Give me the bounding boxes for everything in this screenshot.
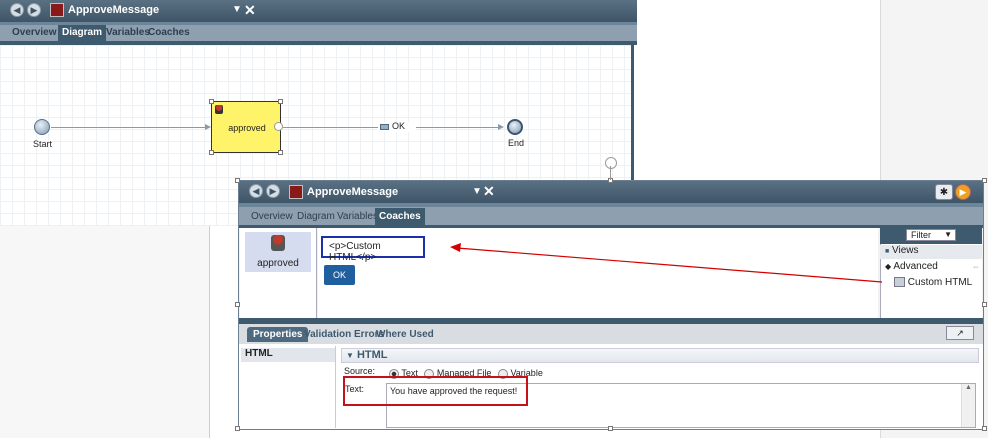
palette-custom-html[interactable]: Custom HTML bbox=[894, 277, 982, 291]
bg-tab-strip: Overview Diagram Variables Coaches bbox=[0, 25, 637, 41]
prop-tab-where-used[interactable]: Where Used bbox=[376, 329, 434, 340]
collapse-icon: ▼ bbox=[346, 351, 354, 360]
run-icon[interactable]: ▶ bbox=[955, 184, 971, 200]
ok-button[interactable]: OK bbox=[324, 265, 355, 285]
palette-views[interactable]: ■ Views bbox=[880, 245, 982, 259]
forward-icon[interactable]: ▶ bbox=[27, 3, 41, 17]
expand-icon: ⇔ bbox=[972, 262, 980, 271]
custom-html-element[interactable]: <p>Custom HTML</p> bbox=[321, 236, 425, 263]
process-icon bbox=[50, 3, 64, 17]
bg-tab-overview[interactable]: Overview bbox=[8, 27, 60, 38]
resize-handle[interactable] bbox=[235, 426, 240, 431]
resize-handle[interactable] bbox=[982, 426, 987, 431]
end-label: End bbox=[508, 138, 525, 148]
anchor-line bbox=[610, 166, 611, 180]
prop-tab-properties[interactable]: Properties bbox=[247, 327, 309, 342]
selection-handle[interactable] bbox=[209, 99, 214, 104]
resize-handle[interactable] bbox=[608, 426, 613, 431]
selection-handle[interactable] bbox=[209, 150, 214, 155]
coach-item-label: approved bbox=[257, 258, 299, 269]
views-label: Views bbox=[892, 245, 919, 256]
start-event-icon[interactable] bbox=[34, 119, 50, 135]
prop-item-html[interactable]: HTML bbox=[241, 348, 335, 362]
fg-tab-coaches[interactable]: Coaches bbox=[375, 208, 425, 225]
bg-editor-title[interactable]: ApproveMessage bbox=[68, 4, 159, 16]
custom-html-palette-label: Custom HTML bbox=[907, 277, 973, 288]
source-label: Source: bbox=[344, 366, 376, 376]
custom-html-icon bbox=[894, 277, 905, 288]
debug-icon[interactable]: ✱ bbox=[935, 184, 953, 200]
bg-tab-diagram[interactable]: Diagram bbox=[58, 25, 107, 41]
resize-handle[interactable] bbox=[235, 178, 240, 183]
left-lower-area bbox=[0, 226, 210, 438]
resize-handle[interactable] bbox=[982, 302, 987, 307]
prop-tab-validation-errors[interactable]: Validation Errors bbox=[304, 329, 384, 340]
process-icon bbox=[289, 185, 303, 199]
end-event-icon[interactable] bbox=[507, 119, 523, 135]
text-highlight-box bbox=[343, 376, 528, 406]
user-coach-icon bbox=[271, 235, 285, 251]
fg-tab-strip: Overview Diagram Variables Coaches bbox=[239, 207, 983, 225]
forward-icon[interactable]: ▶ bbox=[266, 184, 280, 198]
fg-title-bar: ◀ ▶ ApproveMessage ▼ ✕ ✱ ▶ bbox=[239, 181, 983, 203]
selection-handle[interactable] bbox=[278, 150, 283, 155]
flow-label-box[interactable]: OK bbox=[378, 121, 416, 132]
scrollbar[interactable]: ▲ bbox=[961, 384, 975, 427]
flow-label: OK bbox=[392, 121, 406, 131]
flow-icon bbox=[380, 124, 389, 130]
user-task-icon bbox=[215, 105, 223, 114]
arrowhead-icon bbox=[498, 124, 504, 130]
filter-dropdown[interactable]: Filter ▼ bbox=[906, 229, 956, 241]
advanced-bullet-icon: ◆ bbox=[885, 262, 892, 271]
back-icon[interactable]: ◀ bbox=[249, 184, 263, 198]
export-icon[interactable]: ↗ bbox=[946, 326, 974, 340]
advanced-label: Advanced bbox=[893, 261, 938, 272]
chevron-down-icon: ▼ bbox=[944, 230, 952, 239]
filter-label: Filter bbox=[911, 230, 931, 240]
activity-label: approved bbox=[228, 123, 266, 133]
resize-handle[interactable] bbox=[235, 302, 240, 307]
html-section-header[interactable]: ▼ HTML bbox=[341, 348, 979, 363]
activity-approved[interactable]: approved bbox=[211, 101, 283, 153]
properties-tab-strip: Properties Validation Errors Where Used … bbox=[239, 324, 983, 344]
selection-handle[interactable] bbox=[278, 99, 283, 104]
flow-start-to-activity[interactable] bbox=[51, 127, 207, 128]
activity-port bbox=[274, 122, 283, 131]
chevron-down-icon[interactable]: ▼ bbox=[232, 4, 242, 15]
rotate-handle-icon[interactable] bbox=[605, 157, 617, 169]
resize-handle[interactable] bbox=[982, 178, 987, 183]
close-icon[interactable]: ✕ bbox=[483, 183, 495, 200]
fg-editor-title[interactable]: ApproveMessage bbox=[307, 186, 398, 198]
fg-tab-overview[interactable]: Overview bbox=[247, 211, 297, 222]
custom-html-preview: <p>Custom HTML</p> bbox=[329, 241, 381, 263]
back-icon[interactable]: ◀ bbox=[10, 3, 24, 17]
fg-tab-diagram[interactable]: Diagram bbox=[293, 211, 339, 222]
close-icon[interactable]: ✕ bbox=[244, 2, 256, 19]
start-label: Start bbox=[33, 139, 53, 149]
html-section-title: HTML bbox=[356, 349, 388, 361]
palette-advanced[interactable]: ◆ Advanced ⇔ bbox=[880, 261, 982, 275]
bg-title-bar: ◀ ▶ ApproveMessage ▼ ✕ bbox=[0, 0, 637, 22]
bg-tab-coaches[interactable]: Coaches bbox=[144, 27, 194, 38]
views-bullet-icon: ■ bbox=[885, 248, 890, 255]
coach-item-approved[interactable]: approved bbox=[245, 232, 311, 272]
chevron-down-icon[interactable]: ▼ bbox=[472, 186, 482, 197]
